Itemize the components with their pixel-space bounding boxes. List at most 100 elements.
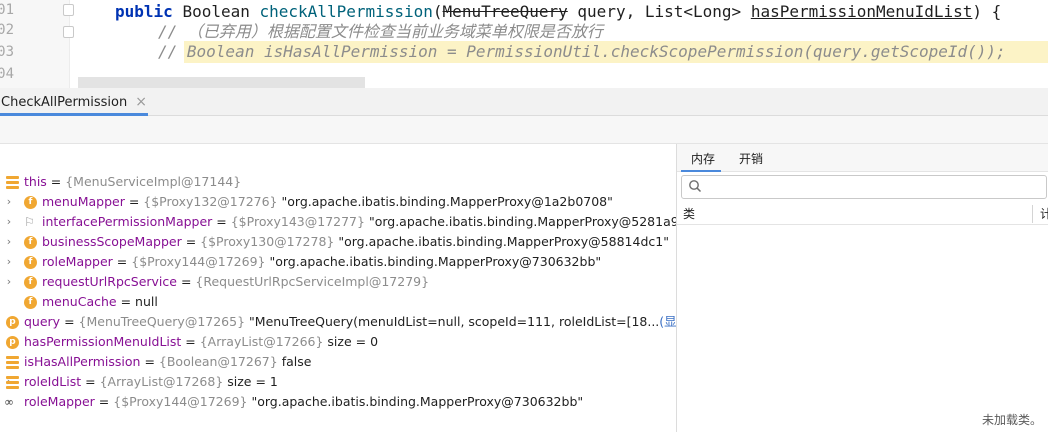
variable-row[interactable]: this = {MenuServiceImpl@17144}	[0, 172, 676, 192]
flag-icon: ⚐	[24, 215, 35, 229]
variable-text: roleMapper = {$Proxy144@17269} "org.apac…	[24, 394, 584, 409]
field-icon: f	[24, 296, 37, 309]
tab-memory[interactable]: 内存	[691, 150, 715, 167]
variable-text: interfacePermissionMapper = {$Proxy143@1…	[42, 212, 676, 232]
editor-gutter: 01 02 03 04	[0, 0, 74, 88]
variable-text: businessScopeMapper = {$Proxy130@17278} …	[42, 234, 669, 249]
variable-value: "MenuTreeQuery(menuIdList=null, scopeId=…	[249, 314, 660, 329]
expand-arrow-icon[interactable]: ›	[4, 192, 14, 212]
column-class[interactable]: 类	[683, 203, 695, 225]
variable-ref: {ArrayList@17266}	[199, 334, 324, 349]
fold-marker-icon[interactable]	[63, 4, 74, 16]
variable-name: menuCache	[42, 294, 117, 309]
variable-row[interactable]: ›roleIdList = {ArrayList@17268} size = 1	[0, 372, 676, 392]
variable-ref: {ArrayList@17268}	[99, 374, 224, 389]
debug-tool-header: CheckAllPermission ×	[0, 88, 1048, 116]
inline-hint-popup	[78, 77, 365, 88]
variable-row[interactable]: › f businessScopeMapper = {$Proxy130@17278…	[0, 232, 676, 252]
variable-row[interactable]: ›phasPermissionMenuIdList = {ArrayList@1…	[0, 332, 676, 352]
line-number: 04	[0, 66, 14, 82]
variable-ref: {$Proxy143@17277}	[230, 214, 365, 229]
variable-name: interfacePermissionMapper	[42, 214, 213, 229]
variable-name: query	[24, 314, 61, 329]
variable-text: requestUrlRpcService = {RequestUrlRpcSer…	[42, 274, 430, 289]
active-tab-indicator	[681, 170, 721, 172]
variable-name: roleIdList	[24, 374, 82, 389]
line-number: 02	[0, 22, 14, 38]
variable-text: hasPermissionMenuIdList = {ArrayList@172…	[24, 334, 379, 349]
variable-row[interactable]: › f requestUrlRpcService = {RequestUrlRpcS…	[0, 272, 676, 292]
field-icon: f	[24, 196, 37, 209]
variable-ref: {MenuServiceImpl@17144}	[65, 174, 242, 189]
variable-text: roleMapper = {$Proxy144@17269} "org.apac…	[42, 254, 602, 269]
variable-name: this	[24, 174, 47, 189]
variable-value: "org.apache.ibatis.binding.MapperProxy@7…	[269, 254, 602, 269]
local-variable-icon	[6, 356, 19, 369]
variable-row[interactable]: f menuCache = null	[0, 292, 676, 312]
column-divider[interactable]	[1032, 205, 1033, 223]
show-more-link[interactable]: (显示)	[659, 314, 676, 329]
variable-text: isHasAllPermission = {Boolean@17267} fal…	[24, 354, 312, 369]
variable-value: "org.apache.ibatis.binding.MapperProxy@7…	[251, 394, 584, 409]
variable-row[interactable]: ›pquery = {MenuTreeQuery@17265} "MenuTre…	[0, 312, 676, 332]
variable-name: hasPermissionMenuIdList	[24, 334, 182, 349]
variable-row[interactable]: › ⚐ interfacePermissionMapper = {$Proxy143…	[0, 212, 676, 232]
tab-check-all-permission[interactable]: CheckAllPermission ×	[0, 88, 147, 116]
variable-value: size = 0	[327, 334, 379, 349]
variable-text: menuCache = null	[42, 294, 158, 309]
variable-value: size = 1	[227, 374, 278, 389]
local-variable-icon	[6, 376, 19, 389]
expand-arrow-icon[interactable]: ›	[4, 252, 14, 272]
search-icon	[689, 180, 702, 193]
variable-row[interactable]: › f roleMapper = {$Proxy144@17269} "org.ap…	[0, 252, 676, 272]
variable-name: isHasAllPermission	[24, 354, 141, 369]
variable-text: this = {MenuServiceImpl@17144}	[24, 174, 242, 189]
variable-ref: {$Proxy132@17276}	[143, 194, 278, 209]
expand-arrow-icon[interactable]: ›	[4, 272, 14, 292]
variable-ref: {MenuTreeQuery@17265}	[78, 314, 246, 329]
variable-name: requestUrlRpcService	[42, 274, 177, 289]
variable-text: menuMapper = {$Proxy132@17276} "org.apac…	[42, 194, 613, 209]
tab-label: CheckAllPermission	[1, 94, 128, 110]
tab-overhead[interactable]: 开销	[739, 150, 763, 167]
variable-ref: {$Proxy130@17278}	[200, 234, 335, 249]
variable-name: roleMapper	[42, 254, 113, 269]
memory-table-header: 类 计	[677, 203, 1048, 225]
variable-row[interactable]: › ∞ roleMapper = {$Proxy144@17269} "org.ap…	[0, 392, 676, 412]
expand-arrow-icon[interactable]: ›	[4, 232, 14, 252]
variable-row[interactable]: isHasAllPermission = {Boolean@17267} fal…	[0, 352, 676, 372]
watch-icon: ∞	[4, 395, 14, 409]
memory-tabs: 内存 开销	[677, 144, 1048, 172]
field-icon: f	[24, 256, 37, 269]
column-count[interactable]: 计	[1040, 203, 1048, 225]
line-number: 03	[0, 44, 14, 60]
variable-value: null	[135, 294, 158, 309]
fold-marker-icon[interactable]	[63, 26, 74, 38]
memory-status-text: 未加载类。	[981, 413, 1042, 427]
code-editor[interactable]: 01 02 03 04 public Boolean checkAllPermi…	[0, 0, 1048, 88]
variable-row[interactable]: › f menuMapper = {$Proxy132@17276} "org.ap…	[0, 192, 676, 212]
memory-panel: 内存 开销 类 计 未加载类。	[677, 144, 1048, 432]
variable-ref: {Boolean@17267}	[158, 354, 278, 369]
variable-value: "org.apache.ibatis.binding.MapperProxy@1…	[281, 194, 613, 209]
variable-name: roleMapper	[24, 394, 95, 409]
close-icon[interactable]: ×	[135, 94, 147, 110]
memory-search-box[interactable]	[681, 175, 1047, 199]
variable-ref: {$Proxy144@17269}	[131, 254, 266, 269]
memory-search-input[interactable]	[708, 178, 1038, 196]
debug-toolbar	[0, 116, 1048, 144]
variable-text: query = {MenuTreeQuery@17265} "MenuTreeQ…	[24, 312, 676, 332]
variables-panel[interactable]: this = {MenuServiceImpl@17144} › f menuMap…	[0, 144, 676, 432]
expand-arrow-icon[interactable]: ›	[4, 212, 14, 232]
parameter-icon: p	[6, 336, 19, 349]
variable-value: false	[281, 354, 312, 369]
field-icon: f	[24, 276, 37, 289]
field-icon: f	[24, 236, 37, 249]
parameter-icon: p	[6, 316, 19, 329]
variable-value: "org.apache.ibatis.binding.MapperProxy@5…	[338, 234, 669, 249]
variable-name: businessScopeMapper	[42, 234, 182, 249]
local-variable-icon	[6, 176, 19, 189]
variable-text: roleIdList = {ArrayList@17268} size = 1	[24, 374, 278, 389]
variable-ref: {$Proxy144@17269}	[113, 394, 248, 409]
variable-ref: {RequestUrlRpcServiceImpl@17279}	[195, 274, 430, 289]
